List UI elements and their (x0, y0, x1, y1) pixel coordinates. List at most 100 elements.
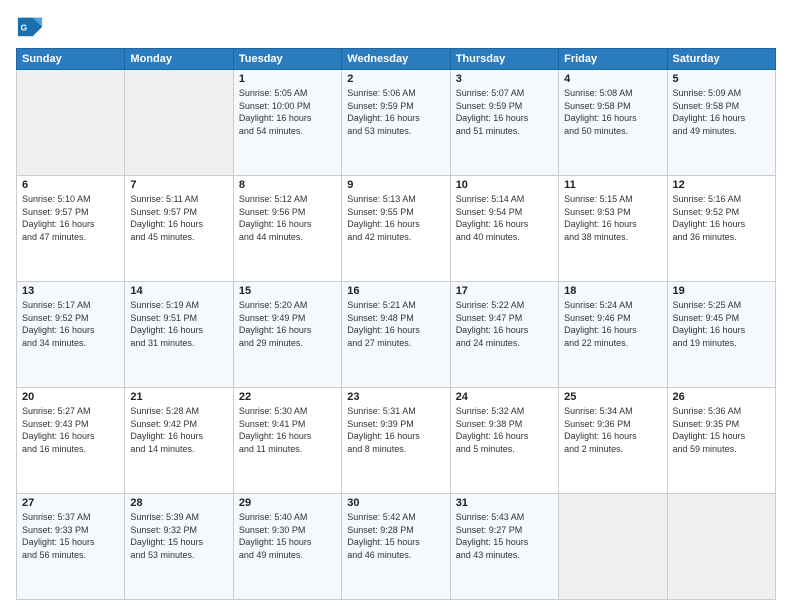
calendar-cell: 6Sunrise: 5:10 AM Sunset: 9:57 PM Daylig… (17, 176, 125, 282)
calendar-cell: 25 Sunrise: 5:34 AM Sunset: 9:36 PM Dayli… (559, 388, 667, 494)
weekday-header-sunday: Sunday (17, 49, 125, 70)
cell-content: Sunrise: 5:15 AM Sunset: 9:53 PM Dayligh… (564, 193, 661, 243)
weekday-header-tuesday: Tuesday (233, 49, 341, 70)
calendar-cell: 29 Sunrise: 5:40 AM Sunset: 9:30 PM Dayli… (233, 494, 341, 600)
calendar-cell: 30 Sunrise: 5:42 AM Sunset: 9:28 PM Dayli… (342, 494, 450, 600)
calendar-cell: 1Sunrise: 5:05 AM Sunset: 10:00 PM Dayli… (233, 70, 341, 176)
day-number: 22 (239, 391, 336, 403)
day-number: 24 (456, 391, 553, 403)
day-number: 15 (239, 285, 336, 297)
svg-text:G: G (21, 23, 28, 33)
calendar-week-2: 6Sunrise: 5:10 AM Sunset: 9:57 PM Daylig… (17, 176, 776, 282)
weekday-header-saturday: Saturday (667, 49, 775, 70)
cell-content: Sunrise: 5:22 AM Sunset: 9:47 PM Dayligh… (456, 299, 553, 349)
calendar-cell: 21 Sunrise: 5:28 AM Sunset: 9:42 PM Dayli… (125, 388, 233, 494)
page: G SundayMondayTuesdayWednesdayThursdayFr… (0, 0, 792, 612)
cell-content: Sunrise: 5:10 AM Sunset: 9:57 PM Dayligh… (22, 193, 119, 243)
day-number: 26 (673, 391, 770, 403)
cell-content: Sunrise: 5:19 AM Sunset: 9:51 PM Dayligh… (130, 299, 227, 349)
day-number: 18 (564, 285, 661, 297)
day-number: 30 (347, 497, 444, 509)
calendar-cell: 13Sunrise: 5:17 AM Sunset: 9:52 PM Dayli… (17, 282, 125, 388)
cell-content: Sunrise: 5:31 AM Sunset: 9:39 PM Dayligh… (347, 405, 444, 455)
weekday-header-friday: Friday (559, 49, 667, 70)
cell-content: Sunrise: 5:14 AM Sunset: 9:54 PM Dayligh… (456, 193, 553, 243)
calendar-cell: 18Sunrise: 5:24 AM Sunset: 9:46 PM Dayli… (559, 282, 667, 388)
cell-content: Sunrise: 5:42 AM Sunset: 9:28 PM Dayligh… (347, 511, 444, 561)
calendar-cell: 7Sunrise: 5:11 AM Sunset: 9:57 PM Daylig… (125, 176, 233, 282)
logo: G (16, 12, 48, 40)
day-number: 31 (456, 497, 553, 509)
logo-icon: G (16, 12, 44, 40)
calendar-cell (667, 494, 775, 600)
calendar-cell: 19 Sunrise: 5:25 AM Sunset: 9:45 PM Dayli… (667, 282, 775, 388)
cell-content: Sunrise: 5:09 AM Sunset: 9:58 PM Dayligh… (673, 87, 770, 137)
day-number: 29 (239, 497, 336, 509)
day-number: 11 (564, 179, 661, 191)
day-number: 21 (130, 391, 227, 403)
calendar-cell: 28 Sunrise: 5:39 AM Sunset: 9:32 PM Dayli… (125, 494, 233, 600)
cell-content: Sunrise: 5:39 AM Sunset: 9:32 PM Dayligh… (130, 511, 227, 561)
cell-content: Sunrise: 5:25 AM Sunset: 9:45 PM Dayligh… (673, 299, 770, 349)
day-number: 27 (22, 497, 119, 509)
cell-content: Sunrise: 5:21 AM Sunset: 9:48 PM Dayligh… (347, 299, 444, 349)
cell-content: Sunrise: 5:43 AM Sunset: 9:27 PM Dayligh… (456, 511, 553, 561)
cell-content: Sunrise: 5:40 AM Sunset: 9:30 PM Dayligh… (239, 511, 336, 561)
calendar-cell: 26 Sunrise: 5:36 AM Sunset: 9:35 PM Dayli… (667, 388, 775, 494)
calendar-cell: 9 Sunrise: 5:13 AM Sunset: 9:55 PM Daylig… (342, 176, 450, 282)
calendar-cell (559, 494, 667, 600)
day-number: 2 (347, 73, 444, 85)
day-number: 8 (239, 179, 336, 191)
day-number: 9 (347, 179, 444, 191)
calendar-cell: 15 Sunrise: 5:20 AM Sunset: 9:49 PM Dayli… (233, 282, 341, 388)
weekday-header-wednesday: Wednesday (342, 49, 450, 70)
cell-content: Sunrise: 5:27 AM Sunset: 9:43 PM Dayligh… (22, 405, 119, 455)
calendar-cell: 8 Sunrise: 5:12 AM Sunset: 9:56 PM Daylig… (233, 176, 341, 282)
calendar-cell: 5 Sunrise: 5:09 AM Sunset: 9:58 PM Daylig… (667, 70, 775, 176)
day-number: 17 (456, 285, 553, 297)
calendar-cell: 24 Sunrise: 5:32 AM Sunset: 9:38 PM Dayli… (450, 388, 558, 494)
calendar-cell: 12 Sunrise: 5:16 AM Sunset: 9:52 PM Dayli… (667, 176, 775, 282)
calendar-cell: 23 Sunrise: 5:31 AM Sunset: 9:39 PM Dayli… (342, 388, 450, 494)
calendar-cell: 4 Sunrise: 5:08 AM Sunset: 9:58 PM Daylig… (559, 70, 667, 176)
day-number: 19 (673, 285, 770, 297)
header: G (16, 12, 776, 40)
day-number: 16 (347, 285, 444, 297)
calendar-table: SundayMondayTuesdayWednesdayThursdayFrid… (16, 48, 776, 600)
cell-content: Sunrise: 5:13 AM Sunset: 9:55 PM Dayligh… (347, 193, 444, 243)
weekday-header-thursday: Thursday (450, 49, 558, 70)
cell-content: Sunrise: 5:11 AM Sunset: 9:57 PM Dayligh… (130, 193, 227, 243)
cell-content: Sunrise: 5:32 AM Sunset: 9:38 PM Dayligh… (456, 405, 553, 455)
calendar-cell: 2Sunrise: 5:06 AM Sunset: 9:59 PM Daylig… (342, 70, 450, 176)
calendar-week-4: 20Sunrise: 5:27 AM Sunset: 9:43 PM Dayli… (17, 388, 776, 494)
day-number: 4 (564, 73, 661, 85)
calendar-cell: 10Sunrise: 5:14 AM Sunset: 9:54 PM Dayli… (450, 176, 558, 282)
cell-content: Sunrise: 5:36 AM Sunset: 9:35 PM Dayligh… (673, 405, 770, 455)
calendar-cell: 31 Sunrise: 5:43 AM Sunset: 9:27 PM Dayli… (450, 494, 558, 600)
calendar-week-3: 13Sunrise: 5:17 AM Sunset: 9:52 PM Dayli… (17, 282, 776, 388)
calendar-cell (125, 70, 233, 176)
calendar-cell: 20Sunrise: 5:27 AM Sunset: 9:43 PM Dayli… (17, 388, 125, 494)
calendar-cell: 27 Sunrise: 5:37 AM Sunset: 9:33 PM Dayli… (17, 494, 125, 600)
day-number: 3 (456, 73, 553, 85)
calendar-cell: 16 Sunrise: 5:21 AM Sunset: 9:48 PM Dayli… (342, 282, 450, 388)
calendar-week-1: 1Sunrise: 5:05 AM Sunset: 10:00 PM Dayli… (17, 70, 776, 176)
day-number: 23 (347, 391, 444, 403)
weekday-header-row: SundayMondayTuesdayWednesdayThursdayFrid… (17, 49, 776, 70)
day-number: 25 (564, 391, 661, 403)
cell-content: Sunrise: 5:30 AM Sunset: 9:41 PM Dayligh… (239, 405, 336, 455)
cell-content: Sunrise: 5:28 AM Sunset: 9:42 PM Dayligh… (130, 405, 227, 455)
weekday-header-monday: Monday (125, 49, 233, 70)
calendar-cell: 3Sunrise: 5:07 AM Sunset: 9:59 PM Daylig… (450, 70, 558, 176)
cell-content: Sunrise: 5:37 AM Sunset: 9:33 PM Dayligh… (22, 511, 119, 561)
calendar-cell: 11 Sunrise: 5:15 AM Sunset: 9:53 PM Dayli… (559, 176, 667, 282)
day-number: 12 (673, 179, 770, 191)
cell-content: Sunrise: 5:20 AM Sunset: 9:49 PM Dayligh… (239, 299, 336, 349)
day-number: 5 (673, 73, 770, 85)
cell-content: Sunrise: 5:34 AM Sunset: 9:36 PM Dayligh… (564, 405, 661, 455)
cell-content: Sunrise: 5:08 AM Sunset: 9:58 PM Dayligh… (564, 87, 661, 137)
cell-content: Sunrise: 5:16 AM Sunset: 9:52 PM Dayligh… (673, 193, 770, 243)
cell-content: Sunrise: 5:12 AM Sunset: 9:56 PM Dayligh… (239, 193, 336, 243)
day-number: 28 (130, 497, 227, 509)
calendar-cell (17, 70, 125, 176)
